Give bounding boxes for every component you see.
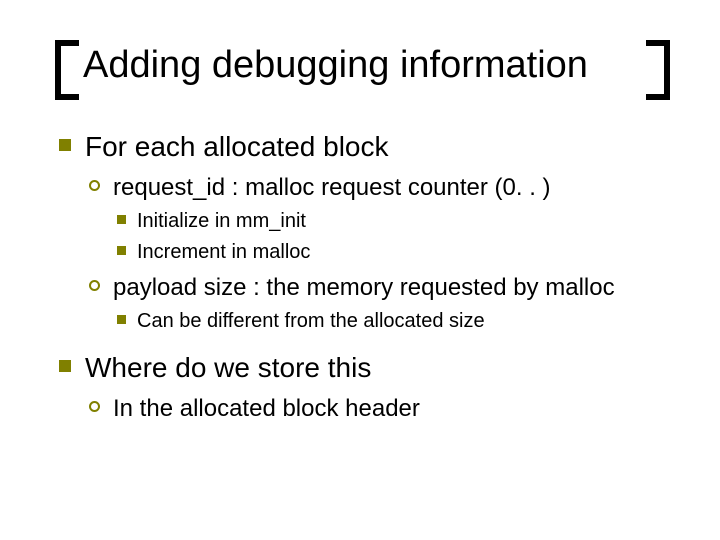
list-item: request_id : malloc request counter (0. … xyxy=(85,172,670,266)
bullet-text: Where do we store this xyxy=(85,352,371,383)
slide: Adding debugging information For each al… xyxy=(0,0,720,540)
list-item: In the allocated block header xyxy=(85,393,670,425)
slide-title: Adding debugging information xyxy=(55,46,670,86)
list-item: For each allocated block request_id : ma… xyxy=(55,128,670,336)
slide-body: For each allocated block request_id : ma… xyxy=(55,128,670,426)
title-container: Adding debugging information xyxy=(55,40,670,100)
bullet-text: payload size : the memory requested by m… xyxy=(113,274,615,301)
list-item: Where do we store this In the allocated … xyxy=(55,349,670,425)
bullet-text: For each allocated block xyxy=(85,131,389,162)
bracket-left-icon xyxy=(55,40,79,100)
bullet-text: request_id : malloc request counter (0. … xyxy=(113,174,551,201)
bullet-text: Initialize in mm_init xyxy=(137,210,306,232)
bullet-text: In the allocated block header xyxy=(113,395,420,422)
list-item: Initialize in mm_init xyxy=(113,208,670,235)
bracket-right-icon xyxy=(646,40,670,100)
list-item: Increment in malloc xyxy=(113,239,670,266)
list-item: payload size : the memory requested by m… xyxy=(85,272,670,335)
bullet-text: Increment in malloc xyxy=(137,241,310,263)
list-item: Can be different from the allocated size xyxy=(113,308,670,335)
bullet-text: Can be different from the allocated size xyxy=(137,310,485,332)
